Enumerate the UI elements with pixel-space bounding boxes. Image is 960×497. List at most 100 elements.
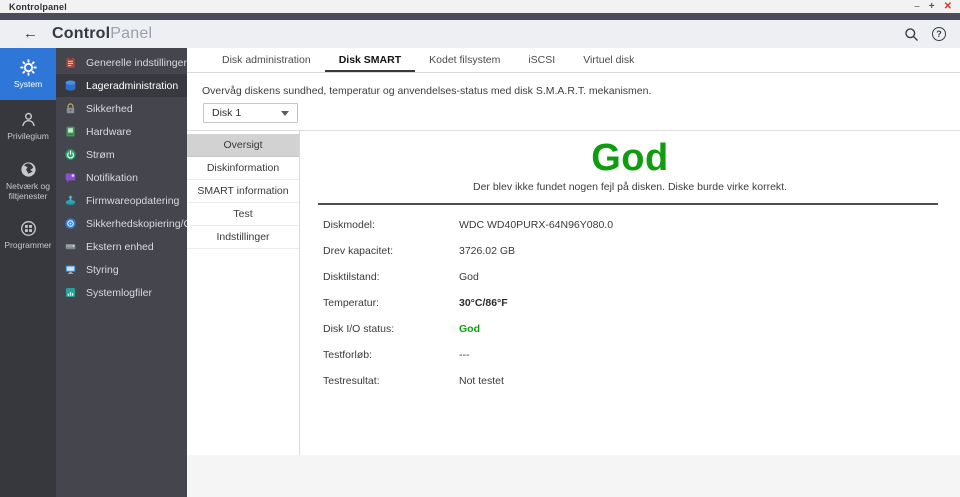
menu-item-label: Sikkerhed: [86, 102, 133, 115]
gear-icon: [19, 58, 38, 77]
menu-item-firmwareopdatering[interactable]: Firmwareopdatering: [56, 189, 187, 212]
tab-disk-administration[interactable]: Disk administration: [208, 48, 325, 72]
rail-item-privilegium[interactable]: Privilegium: [0, 100, 56, 152]
table-row: Testforløb: ---: [323, 342, 960, 368]
management-icon: [64, 263, 77, 276]
smart-body: Oversigt Diskinformation SMART informati…: [187, 130, 960, 455]
info-value: WDC WD40PURX-64N96Y080.0: [459, 219, 614, 231]
info-value: God: [459, 271, 479, 283]
info-label: Testforløb:: [323, 349, 373, 361]
smart-subnav: Oversigt Diskinformation SMART informati…: [187, 131, 300, 455]
power-icon: [64, 148, 77, 161]
rail-item-label: Programmer: [4, 240, 52, 251]
settings-menu: Generelle indstillinger Lageradministrat…: [56, 48, 187, 497]
menu-item-styring[interactable]: Styring: [56, 258, 187, 281]
menu-item-label: Hardware: [86, 125, 132, 138]
info-value: Not testet: [459, 375, 504, 387]
window-title: Kontrolpanel: [9, 1, 67, 12]
help-icon[interactable]: ?: [932, 27, 946, 41]
subnav-item-diskinformation[interactable]: Diskinformation: [187, 157, 299, 180]
close-button[interactable]: ✕: [944, 0, 952, 13]
menu-item-sikkerhed[interactable]: Sikkerhed: [56, 97, 187, 120]
table-row: Disktilstand: God: [323, 264, 960, 290]
subnav-item-indstillinger[interactable]: Indstillinger: [187, 226, 299, 249]
tab-iscsi[interactable]: iSCSI: [514, 48, 569, 72]
titlebar: Kontrolpanel – + ✕: [0, 0, 960, 13]
table-row: Diskmodel: WDC WD40PURX-64N96Y080.0: [323, 212, 960, 238]
table-row: Drev kapacitet: 3726.02 GB: [323, 238, 960, 264]
category-rail: System Privilegium Netværk og filtjenest…: [0, 48, 56, 497]
info-value: 3726.02 GB: [459, 245, 516, 257]
disk-status-note: Der blev ikke fundet nogen fejl på diske…: [473, 181, 787, 193]
search-icon[interactable]: [904, 27, 919, 42]
disk-status-heading: God: [591, 137, 669, 179]
info-label: Disktilstand:: [323, 271, 380, 283]
disk-info-table: Diskmodel: WDC WD40PURX-64N96Y080.0 Drev…: [323, 212, 960, 394]
chevron-down-icon: [281, 110, 289, 116]
minimize-button[interactable]: –: [914, 0, 920, 13]
smart-description: Overvåg diskens sundhed, temperatur og a…: [202, 85, 652, 97]
backup-restore-icon: [64, 217, 77, 230]
menu-item-sikkerhedskopiering[interactable]: Sikkerhedskopiering/Gen...: [56, 212, 187, 235]
menu-item-label: Strøm: [86, 148, 115, 161]
table-row: Temperatur: 30°C/86°F: [323, 290, 960, 316]
control-panel-window: Kontrolpanel – + ✕ ← ControlPanel ? Syst…: [0, 0, 960, 497]
menu-item-generelle-indstillinger[interactable]: Generelle indstillinger: [56, 51, 187, 74]
rail-item-netvaerk[interactable]: Netværk og filtjenester: [0, 152, 56, 209]
menu-item-systemlogfiler[interactable]: Systemlogfiler: [56, 281, 187, 304]
menu-item-label: Sikkerhedskopiering/Gen...: [86, 217, 187, 230]
tab-disk-smart[interactable]: Disk SMART: [325, 48, 415, 72]
window-controls: – + ✕: [914, 0, 952, 13]
logo-bold: Control: [52, 25, 111, 42]
lock-icon: [64, 102, 77, 115]
menu-item-label: Styring: [86, 263, 119, 276]
menu-item-label: Ekstern enhed: [86, 240, 154, 253]
info-label: Diskmodel:: [323, 219, 375, 231]
info-value: ---: [459, 349, 470, 361]
info-value: 30°C/86°F: [459, 297, 508, 309]
menu-item-label: Notifikation: [86, 171, 138, 184]
menu-item-lageradministration[interactable]: Lageradministration: [56, 74, 187, 97]
content-top: Disk administration Disk SMART Kodet fil…: [187, 48, 960, 130]
rail-item-label: System: [13, 79, 43, 90]
info-label: Disk I/O status:: [323, 323, 395, 335]
disk-select-value: Disk 1: [212, 107, 242, 119]
disk-select-dropdown[interactable]: Disk 1: [203, 103, 298, 123]
tab-kodet-filsystem[interactable]: Kodet filsystem: [415, 48, 514, 72]
table-row: Disk I/O status: God: [323, 316, 960, 342]
subnav-item-oversigt[interactable]: Oversigt: [187, 134, 299, 157]
subnav-item-smart-information[interactable]: SMART information: [187, 180, 299, 203]
menu-item-ekstern-enhed[interactable]: Ekstern enhed: [56, 235, 187, 258]
tab-virtuel-disk[interactable]: Virtuel disk: [569, 48, 648, 72]
user-icon: [19, 110, 38, 129]
logo-light: Panel: [110, 25, 153, 42]
overview-panel: God Der blev ikke fundet nogen fejl på d…: [300, 131, 960, 455]
rail-item-label: Privilegium: [7, 131, 49, 142]
external-device-icon: [64, 240, 77, 253]
clipboard-icon: [64, 56, 77, 69]
menu-item-notifikation[interactable]: Notifikation: [56, 166, 187, 189]
menu-item-label: Generelle indstillinger: [86, 56, 187, 69]
apps-icon: [19, 219, 38, 238]
system-logs-icon: [64, 286, 77, 299]
app-logo: ControlPanel: [52, 25, 152, 43]
rail-item-label: Netværk og filtjenester: [6, 181, 50, 201]
menu-item-hardware[interactable]: Hardware: [56, 120, 187, 143]
globe-icon: [19, 160, 38, 179]
titlebar-accent-strip: [0, 13, 960, 20]
tab-bar: Disk administration Disk SMART Kodet fil…: [187, 48, 960, 73]
subnav-item-test[interactable]: Test: [187, 203, 299, 226]
rail-item-programmer[interactable]: Programmer: [0, 209, 56, 261]
info-value: God: [459, 323, 480, 335]
info-label: Temperatur:: [323, 297, 380, 309]
storage-disk-icon: [64, 79, 77, 92]
back-arrow-icon[interactable]: ←: [23, 20, 38, 48]
info-label: Drev kapacitet:: [323, 245, 394, 257]
info-label: Testresultat:: [323, 375, 380, 387]
hardware-icon: [64, 125, 77, 138]
firmware-update-icon: [64, 194, 77, 207]
maximize-button[interactable]: +: [929, 0, 935, 13]
notification-icon: [64, 171, 77, 184]
rail-item-system[interactable]: System: [0, 48, 56, 100]
menu-item-strom[interactable]: Strøm: [56, 143, 187, 166]
